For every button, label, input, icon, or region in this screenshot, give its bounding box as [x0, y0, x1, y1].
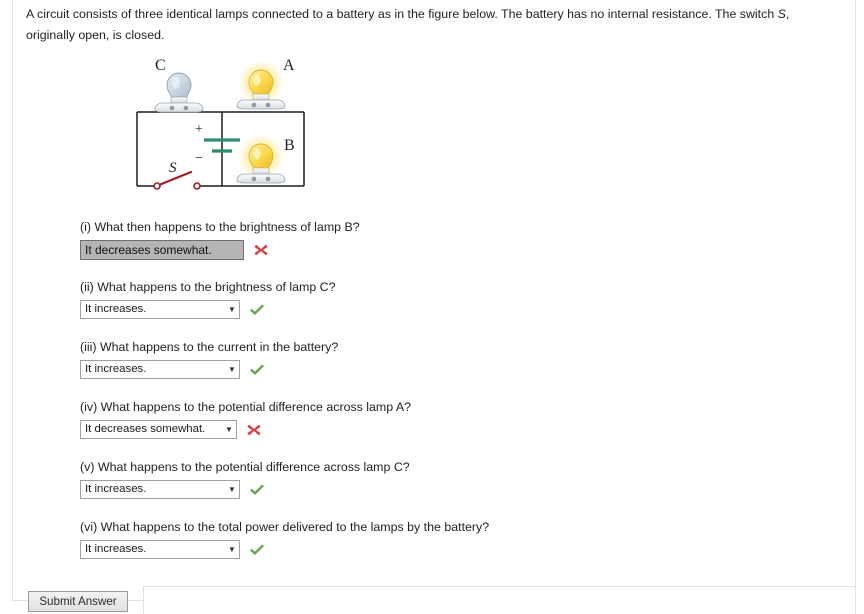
footer-area: Submit Answer	[0, 586, 864, 614]
lamp-a	[236, 62, 286, 110]
answer-value-v: It increases.	[85, 483, 147, 495]
chevron-down-icon[interactable]: ▼	[222, 421, 236, 438]
chevron-down-icon[interactable]: ▼	[225, 541, 239, 558]
incorrect-icon	[252, 241, 270, 259]
question-text-v: (v) What happens to the potential differ…	[80, 460, 410, 474]
correct-icon	[248, 481, 266, 499]
correct-icon	[248, 301, 266, 319]
incorrect-icon	[245, 421, 263, 439]
question-block-ii: (ii) What happens to the brightness of l…	[80, 279, 336, 319]
answer-value-iii: It increases.	[85, 363, 147, 375]
question-block-v: (v) What happens to the potential differ…	[80, 459, 410, 499]
prompt-line-1: A circuit consists of three identical la…	[26, 7, 649, 21]
question-block-iii: (iii) What happens to the current in the…	[80, 339, 338, 379]
answer-select-i[interactable]: It decreases somewhat.	[80, 240, 244, 260]
question-text-i: (i) What then happens to the brightness …	[80, 220, 360, 234]
panel-border-left	[12, 0, 13, 601]
question-text-ii: (ii) What happens to the brightness of l…	[80, 280, 336, 294]
answer-select-iv[interactable]: It decreases somewhat. ▼	[80, 420, 237, 439]
svg-text:B: B	[284, 137, 295, 154]
circuit-figure: + − S C A B	[128, 52, 328, 202]
answer-select-iii[interactable]: It increases. ▼	[80, 360, 240, 379]
answer-select-vi[interactable]: It increases. ▼	[80, 540, 240, 559]
correct-icon	[248, 541, 266, 559]
panel-border-right	[855, 0, 856, 601]
answer-value-iv: It decreases somewhat.	[85, 423, 206, 435]
switch-symbol-inline: S	[777, 7, 786, 21]
answer-row-vi: It increases. ▼	[80, 540, 489, 559]
answer-row-i: It decreases somewhat.	[80, 240, 360, 260]
answer-value-ii: It increases.	[85, 303, 147, 315]
svg-text:S: S	[169, 160, 177, 176]
svg-text:C: C	[155, 57, 166, 74]
correct-icon	[248, 361, 266, 379]
question-text-iii: (iii) What happens to the current in the…	[80, 340, 339, 354]
chevron-down-icon[interactable]: ▼	[225, 361, 239, 378]
question-block-iv: (iv) What happens to the potential diffe…	[80, 399, 411, 439]
chevron-down-icon[interactable]: ▼	[225, 301, 239, 318]
answer-select-ii[interactable]: It increases. ▼	[80, 300, 240, 319]
switch-s	[153, 170, 201, 190]
chevron-down-icon[interactable]: ▼	[225, 481, 239, 498]
answer-value-vi: It increases.	[85, 543, 147, 555]
lamp-c	[154, 72, 204, 113]
question-prompt: A circuit consists of three identical la…	[26, 4, 816, 46]
svg-text:−: −	[195, 151, 203, 166]
exercise-page: A circuit consists of three identical la…	[0, 0, 864, 614]
question-text-vi: (vi) What happens to the total power del…	[80, 520, 490, 534]
svg-text:A: A	[283, 57, 295, 74]
footer-panel	[143, 586, 856, 614]
question-text-iv: (iv) What happens to the potential diffe…	[80, 400, 412, 414]
answer-value-i: It decreases somewhat.	[85, 243, 212, 257]
svg-text:+: +	[195, 122, 203, 137]
answer-row-iii: It increases. ▼	[80, 360, 338, 379]
question-block-i: (i) What then happens to the brightness …	[80, 219, 360, 260]
submit-answer-button[interactable]: Submit Answer	[28, 591, 128, 612]
answer-row-v: It increases. ▼	[80, 480, 410, 499]
answer-row-iv: It decreases somewhat. ▼	[80, 420, 411, 439]
lamp-b	[236, 136, 286, 184]
answer-row-ii: It increases. ▼	[80, 300, 336, 319]
question-block-vi: (vi) What happens to the total power del…	[80, 519, 489, 559]
prompt-line-2-part-1: resistance. The switch	[651, 7, 778, 21]
answer-select-v[interactable]: It increases. ▼	[80, 480, 240, 499]
